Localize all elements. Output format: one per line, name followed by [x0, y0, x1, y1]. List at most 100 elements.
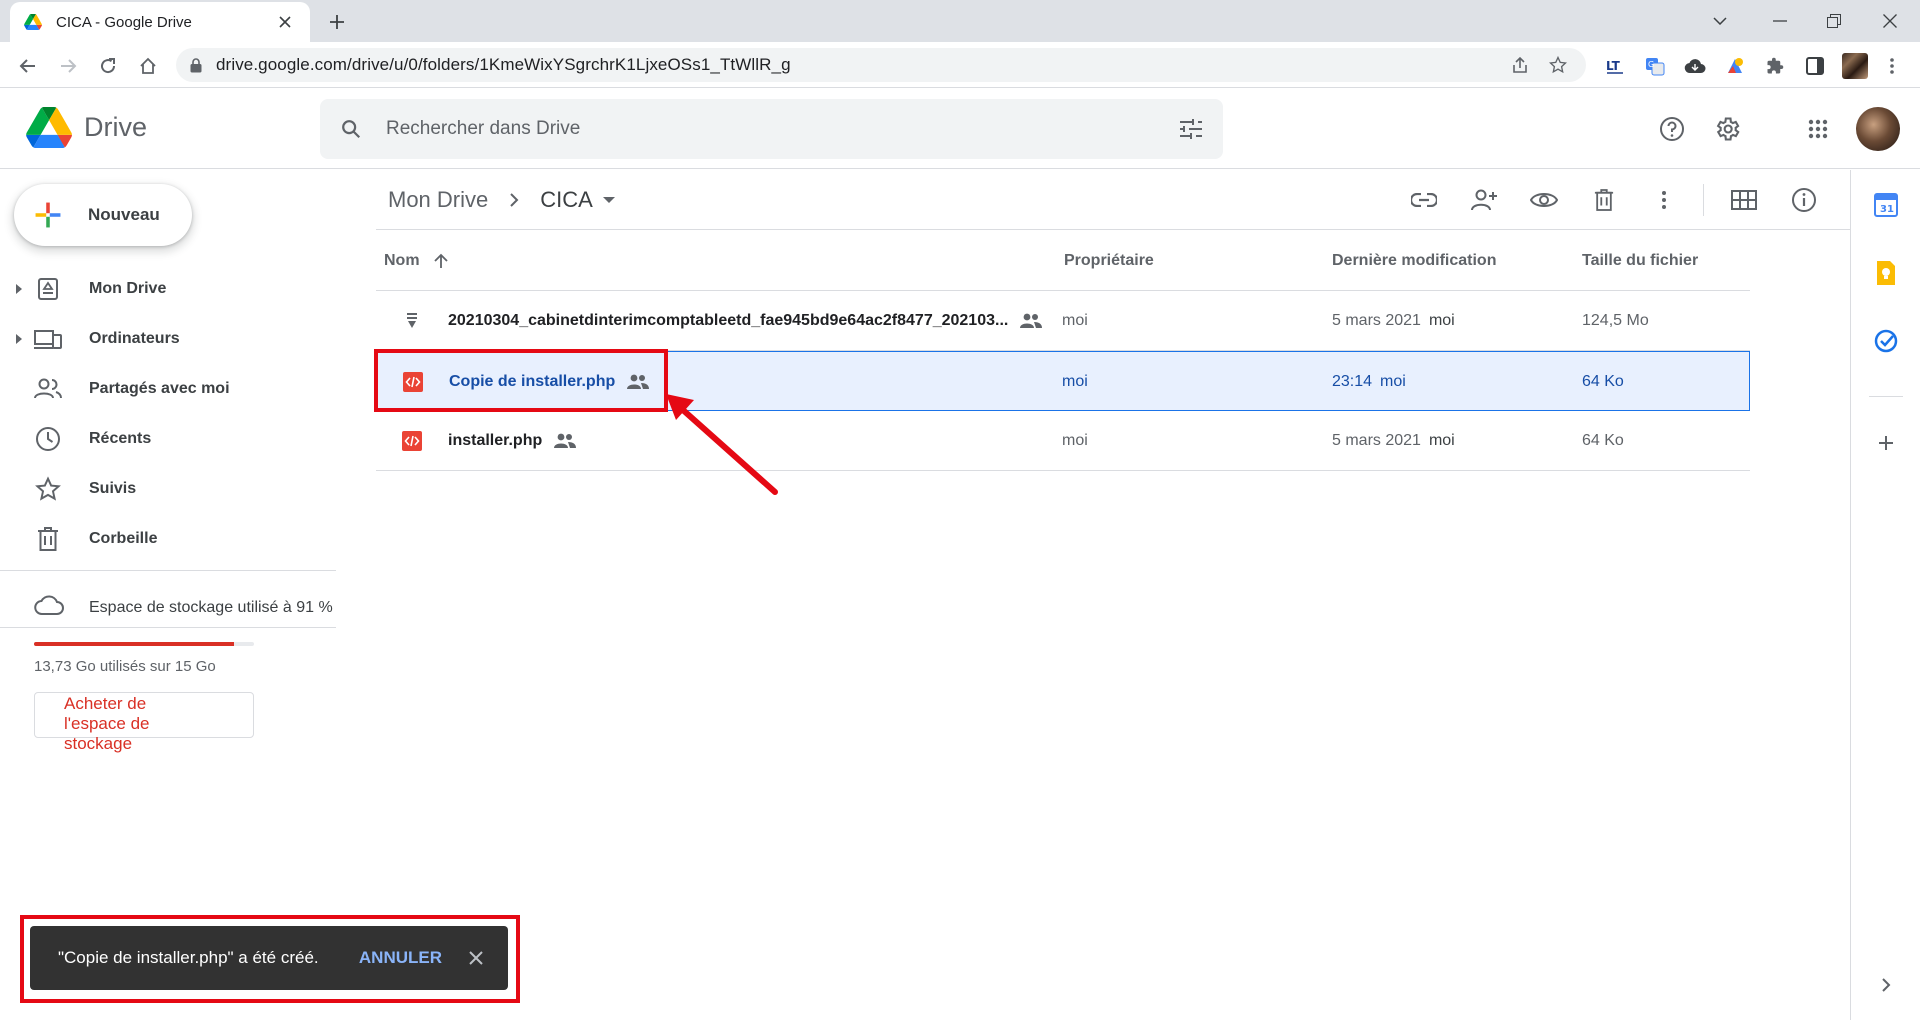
extensions-puzzle-icon[interactable] — [1760, 51, 1790, 81]
computers-icon — [34, 325, 62, 353]
shared-people-icon — [554, 433, 577, 448]
drive-header: Drive Rechercher dans Drive — [0, 89, 1920, 169]
back-icon[interactable] — [12, 50, 44, 82]
add-addon-plus-icon[interactable] — [1871, 428, 1901, 458]
buy-storage-label: Acheter de l'espace de stockage — [64, 694, 150, 753]
restore-icon[interactable] — [1806, 0, 1862, 42]
storage-progress-fill — [34, 642, 235, 646]
settings-gear-icon[interactable] — [1707, 109, 1747, 149]
search-icon[interactable] — [340, 118, 362, 140]
expand-caret-icon[interactable] — [14, 284, 24, 294]
file-name[interactable]: 20210304_cabinetdinterimcomptableetd_fae… — [448, 291, 1043, 351]
file-modified: 5 mars 2021 moi — [1332, 411, 1455, 471]
more-actions-icon[interactable] — [1644, 180, 1684, 220]
reload-icon[interactable] — [92, 50, 124, 82]
share-page-icon[interactable] — [1506, 51, 1534, 79]
share-add-person-icon[interactable] — [1464, 180, 1504, 220]
modified-date: 23:14 — [1332, 373, 1373, 390]
new-button[interactable]: Nouveau — [14, 184, 192, 246]
sidebar-item-starred[interactable]: Suivis — [0, 464, 336, 514]
info-icon[interactable] — [1784, 180, 1824, 220]
address-bar[interactable]: drive.google.com/drive/u/0/folders/1KmeW… — [176, 48, 1586, 82]
home-icon[interactable] — [132, 50, 164, 82]
drive-app-name: Drive — [84, 112, 148, 142]
search-input[interactable]: Rechercher dans Drive — [386, 118, 1179, 140]
table-row[interactable]: installer.php moi 5 mars 2021 moi 64 Ko — [376, 411, 1750, 471]
storage-section: Espace de stockage utilisé à 91 % 13,73 … — [0, 588, 336, 753]
browser-toolbar: drive.google.com/drive/u/0/folders/1KmeW… — [0, 42, 1920, 88]
close-window-icon[interactable] — [1862, 0, 1918, 42]
modified-by: moi — [1428, 432, 1455, 449]
file-owner: moi — [1062, 373, 1088, 390]
tab-search-chevron-icon[interactable] — [1692, 0, 1748, 42]
table-row[interactable]: 20210304_cabinetdinterimcomptableetd_fae… — [376, 291, 1750, 351]
plus-icon — [32, 199, 64, 231]
browser-tab[interactable]: CICA - Google Drive — [10, 2, 310, 42]
new-button-label: Nouveau — [88, 205, 160, 224]
dropdown-triangle-icon[interactable] — [602, 196, 615, 203]
grid-view-icon[interactable] — [1724, 180, 1764, 220]
clock-icon — [34, 425, 62, 453]
sidebar-item-my-drive[interactable]: Mon Drive — [0, 264, 336, 314]
file-size: 64 Ko — [1582, 432, 1624, 449]
breadcrumb-root[interactable]: Mon Drive — [388, 187, 488, 213]
storage-progress-bar — [34, 642, 254, 646]
drive-logo[interactable]: Drive — [26, 107, 147, 148]
column-header-size[interactable]: Taille du fichier — [1582, 231, 1698, 291]
archive-file-icon — [400, 309, 424, 333]
sidebar-item-shared-with-me[interactable]: Partagés avec moi — [0, 364, 336, 414]
extension-cloud-icon[interactable] — [1680, 51, 1710, 81]
chevron-right-icon — [502, 188, 526, 212]
apps-grid-icon[interactable] — [1798, 109, 1838, 149]
sidebar-item-recent[interactable]: Récents — [0, 414, 336, 464]
column-header-owner[interactable]: Propriétaire — [1064, 231, 1154, 291]
svg-text:31: 31 — [1880, 204, 1894, 215]
modified-date: 5 mars 2021 — [1332, 432, 1421, 449]
bookmark-star-icon[interactable] — [1544, 51, 1572, 79]
file-modified: 5 mars 2021 moi — [1332, 291, 1455, 351]
svg-text:G: G — [1648, 60, 1654, 69]
file-name[interactable]: installer.php — [448, 411, 577, 471]
chevron-right-icon[interactable] — [1871, 970, 1901, 1000]
preview-eye-icon[interactable] — [1524, 180, 1564, 220]
calendar-icon[interactable]: 31 — [1871, 190, 1901, 220]
account-avatar[interactable] — [1856, 107, 1900, 151]
drive-search-bar[interactable]: Rechercher dans Drive — [320, 99, 1223, 159]
column-header-modified[interactable]: Dernière modification — [1332, 231, 1496, 291]
column-header-name[interactable]: Nom — [384, 231, 448, 291]
breadcrumb-current[interactable]: CICA — [540, 187, 593, 213]
tasks-icon[interactable] — [1871, 326, 1901, 356]
profile-avatar[interactable] — [1840, 51, 1870, 81]
sort-arrow-up-icon[interactable] — [433, 253, 448, 269]
lock-icon[interactable] — [190, 57, 202, 73]
sidebar-item-trash[interactable]: Corbeille — [0, 514, 336, 564]
extension-translate-icon[interactable]: G — [1640, 51, 1670, 81]
expand-caret-icon[interactable] — [14, 334, 24, 344]
sidebar-item-storage[interactable]: Espace de stockage utilisé à 91 % — [0, 588, 336, 628]
extension-colorful-icon[interactable] — [1720, 51, 1750, 81]
svg-text:LT: LT — [1606, 59, 1621, 73]
minimize-icon[interactable] — [1752, 0, 1808, 42]
keep-icon[interactable] — [1871, 258, 1901, 288]
extension-lt-icon[interactable]: LT — [1600, 51, 1630, 81]
new-tab-button[interactable] — [322, 9, 352, 35]
get-link-icon[interactable] — [1404, 180, 1444, 220]
sidebar-item-label: Mon Drive — [89, 280, 167, 297]
search-options-icon[interactable] — [1179, 118, 1203, 140]
code-file-icon — [400, 429, 424, 453]
toolbar-divider — [1703, 184, 1704, 216]
buy-storage-button[interactable]: Acheter de l'espace de stockage — [34, 692, 254, 753]
browser-menu-icon[interactable] — [1882, 51, 1902, 81]
file-name-text: 20210304_cabinetdinterimcomptableetd_fae… — [448, 312, 1009, 329]
sidebar-item-computers[interactable]: Ordinateurs — [0, 314, 336, 364]
forward-icon[interactable] — [52, 50, 84, 82]
drive-logo-icon — [26, 107, 72, 148]
side-panel-icon[interactable] — [1800, 51, 1830, 81]
file-modified: 23:14 moi — [1332, 352, 1406, 412]
close-tab-icon[interactable] — [274, 11, 296, 33]
delete-trash-icon[interactable] — [1584, 180, 1624, 220]
url-text[interactable]: drive.google.com/drive/u/0/folders/1KmeW… — [216, 55, 1496, 75]
storage-label: Espace de stockage utilisé à 91 % — [89, 598, 333, 616]
my-drive-icon — [34, 275, 62, 303]
help-icon[interactable] — [1652, 109, 1692, 149]
